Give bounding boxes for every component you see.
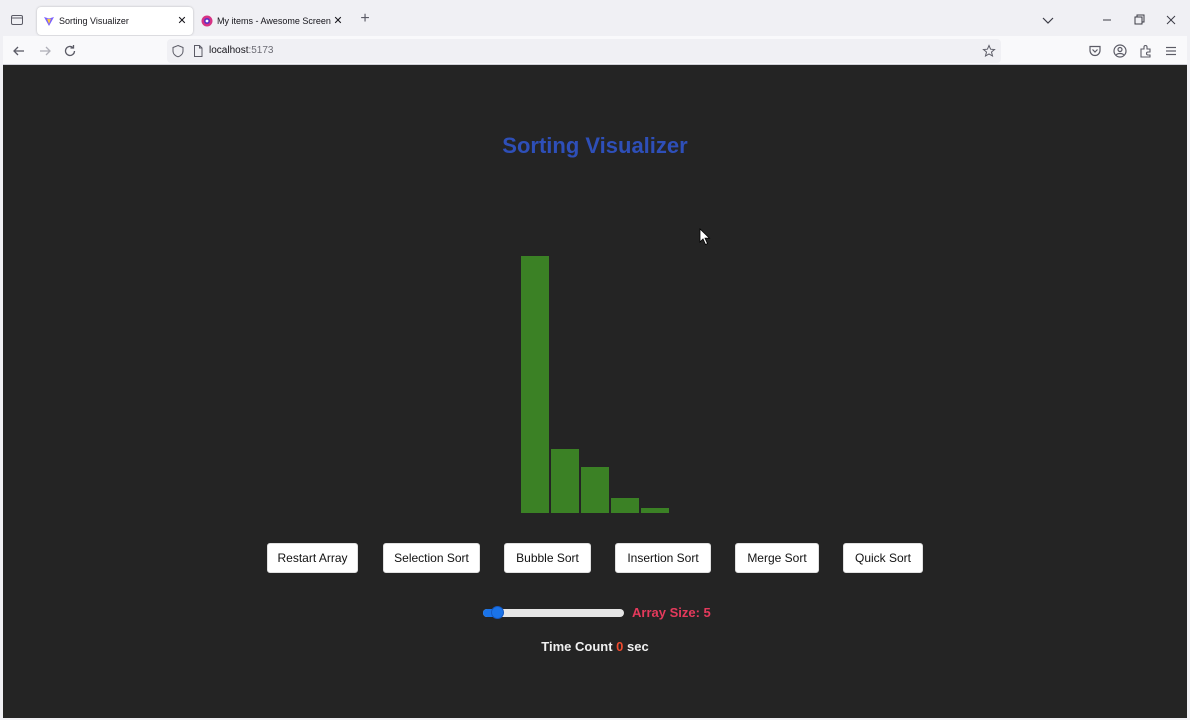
pocket-icon[interactable]	[1087, 43, 1103, 59]
new-tab-icon[interactable]: +	[357, 11, 373, 28]
minimize-icon[interactable]	[1099, 12, 1115, 28]
page-title: Sorting Visualizer	[502, 133, 688, 158]
array-bar	[581, 467, 609, 513]
array-size-control: Array Size: 5	[3, 603, 1187, 623]
shield-icon[interactable]	[171, 44, 185, 58]
array-size-label: Array Size: 5	[632, 605, 711, 620]
time-count-value: 0	[616, 639, 624, 654]
menu-icon[interactable]	[1163, 43, 1179, 59]
forward-arrow-icon[interactable]	[37, 43, 53, 59]
reload-icon[interactable]	[62, 43, 78, 59]
tab-title: Sorting Visualizer	[59, 16, 129, 26]
vite-icon	[43, 15, 55, 27]
close-tab-icon[interactable]: ✕	[331, 14, 345, 28]
time-count-unit: sec	[627, 639, 649, 654]
tab-title: My items - Awesome Screensho	[217, 16, 331, 26]
mouse-cursor-icon	[699, 228, 711, 246]
control-buttons: Restart Array Selection Sort Bubble Sort…	[3, 543, 1187, 573]
restore-icon[interactable]	[1131, 12, 1147, 28]
tab-awesome-screenshot[interactable]: My items - Awesome Screensho ✕	[195, 7, 349, 35]
close-window-icon[interactable]	[1163, 12, 1179, 28]
extensions-icon[interactable]	[1138, 43, 1154, 59]
browser-window: Sorting Visualizer ✕ My items - Awesome …	[3, 4, 1187, 718]
address-bar[interactable]: localhost:5173	[167, 39, 1001, 63]
navigation-toolbar: localhost:5173	[3, 36, 1187, 66]
merge-sort-button[interactable]: Merge Sort	[735, 543, 819, 573]
awesome-screenshot-icon	[201, 15, 213, 27]
account-icon[interactable]	[1112, 43, 1128, 59]
bubble-sort-button[interactable]: Bubble Sort	[504, 543, 591, 573]
restart-array-button[interactable]: Restart Array	[267, 543, 358, 573]
tab-bar: Sorting Visualizer ✕ My items - Awesome …	[3, 4, 1187, 36]
insertion-sort-button[interactable]: Insertion Sort	[615, 543, 711, 573]
slider-thumb[interactable]	[491, 606, 504, 619]
tab-sorting-visualizer[interactable]: Sorting Visualizer ✕	[37, 7, 193, 35]
time-count-label: Time Count	[541, 639, 613, 654]
page-icon[interactable]	[191, 44, 205, 58]
back-arrow-icon[interactable]	[11, 43, 27, 59]
array-bar	[641, 508, 669, 513]
chevron-down-icon[interactable]	[1040, 12, 1056, 28]
url-text: localhost:5173	[209, 45, 274, 56]
array-bar	[551, 449, 579, 513]
tab-list-icon[interactable]	[9, 12, 25, 28]
url-host: localhost	[209, 45, 249, 56]
array-bar	[521, 256, 549, 513]
selection-sort-button[interactable]: Selection Sort	[383, 543, 480, 573]
time-count: Time Count 0 sec	[3, 639, 1187, 654]
array-size-slider[interactable]	[483, 606, 624, 619]
bookmark-star-icon[interactable]	[982, 44, 996, 58]
url-port: :5173	[248, 45, 274, 56]
quick-sort-button[interactable]: Quick Sort	[843, 543, 923, 573]
array-bars	[521, 256, 671, 513]
page-viewport: Sorting Visualizer Restart Array Selecti…	[3, 65, 1187, 718]
array-bar	[611, 498, 639, 513]
close-tab-icon[interactable]: ✕	[175, 14, 189, 28]
